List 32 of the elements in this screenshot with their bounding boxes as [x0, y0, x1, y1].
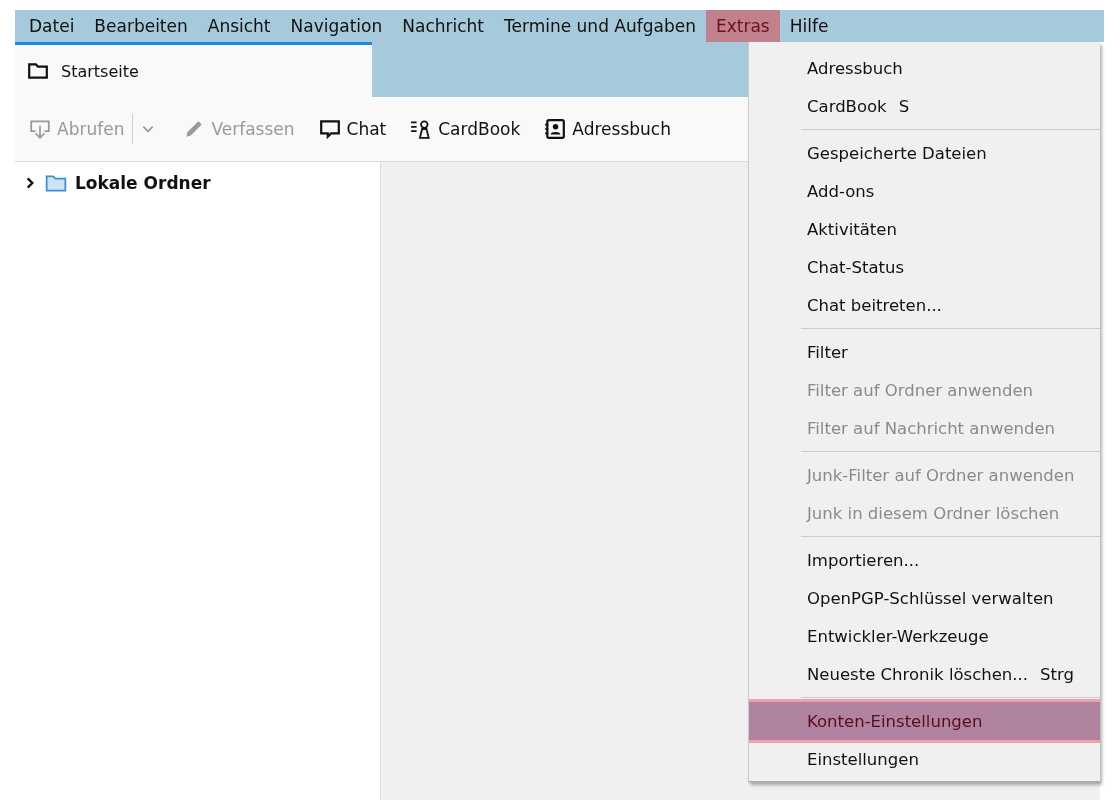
folder-icon	[27, 60, 49, 82]
toolbar-button[interactable]: CardBook	[404, 114, 527, 144]
menu-bar-item[interactable]: Termine und Aufgaben	[494, 10, 706, 42]
menu-bar-item[interactable]: Bearbeiten	[84, 10, 198, 42]
menu-item[interactable]: Adressbuch	[749, 49, 1100, 87]
menu-item[interactable]: Aktivitäten	[749, 210, 1100, 248]
menu-item[interactable]: Chat beitreten...	[749, 286, 1100, 324]
folder-item[interactable]: Lokale Ordner	[75, 173, 211, 193]
menu-bar-item[interactable]: Hilfe	[779, 10, 839, 42]
contact-list-icon	[410, 118, 433, 140]
menu-bar-item[interactable]: Extras	[705, 10, 780, 42]
menu-bar-item[interactable]: Datei	[19, 10, 85, 42]
tab[interactable]: Startseite	[15, 42, 372, 97]
menu-bar-item[interactable]: Navigation	[280, 10, 393, 42]
speech-bubble-icon	[318, 118, 341, 140]
menu-item[interactable]: CardBook S	[749, 87, 1100, 125]
menu-bar-item[interactable]: Ansicht	[197, 10, 281, 42]
toolbar-button[interactable]: Adressbuch	[538, 114, 677, 144]
menu-item[interactable]: Konten-Einstellungen	[749, 702, 1100, 740]
menu-item[interactable]: Gespeicherte Dateien	[749, 134, 1100, 172]
toolbar-button[interactable]: Chat	[312, 114, 393, 144]
menu-item[interactable]: Chat-Status	[749, 248, 1100, 286]
menu-item[interactable]: Importieren...	[749, 541, 1100, 579]
menu-item[interactable]: Einstellungen	[749, 740, 1100, 778]
menu-item[interactable]: Neueste Chronik löschen... Strg	[749, 655, 1100, 693]
menu-item[interactable]: Entwickler-Werkzeuge	[749, 617, 1100, 655]
download-icon	[29, 118, 51, 140]
menu-item[interactable]: Add-ons	[749, 172, 1100, 210]
menu-item[interactable]: Filter	[749, 333, 1100, 371]
menu-item[interactable]: OpenPGP-Schlüssel verwalten	[749, 579, 1100, 617]
menu-bar-item[interactable]: Nachricht	[392, 10, 494, 42]
address-book-icon	[544, 118, 567, 140]
